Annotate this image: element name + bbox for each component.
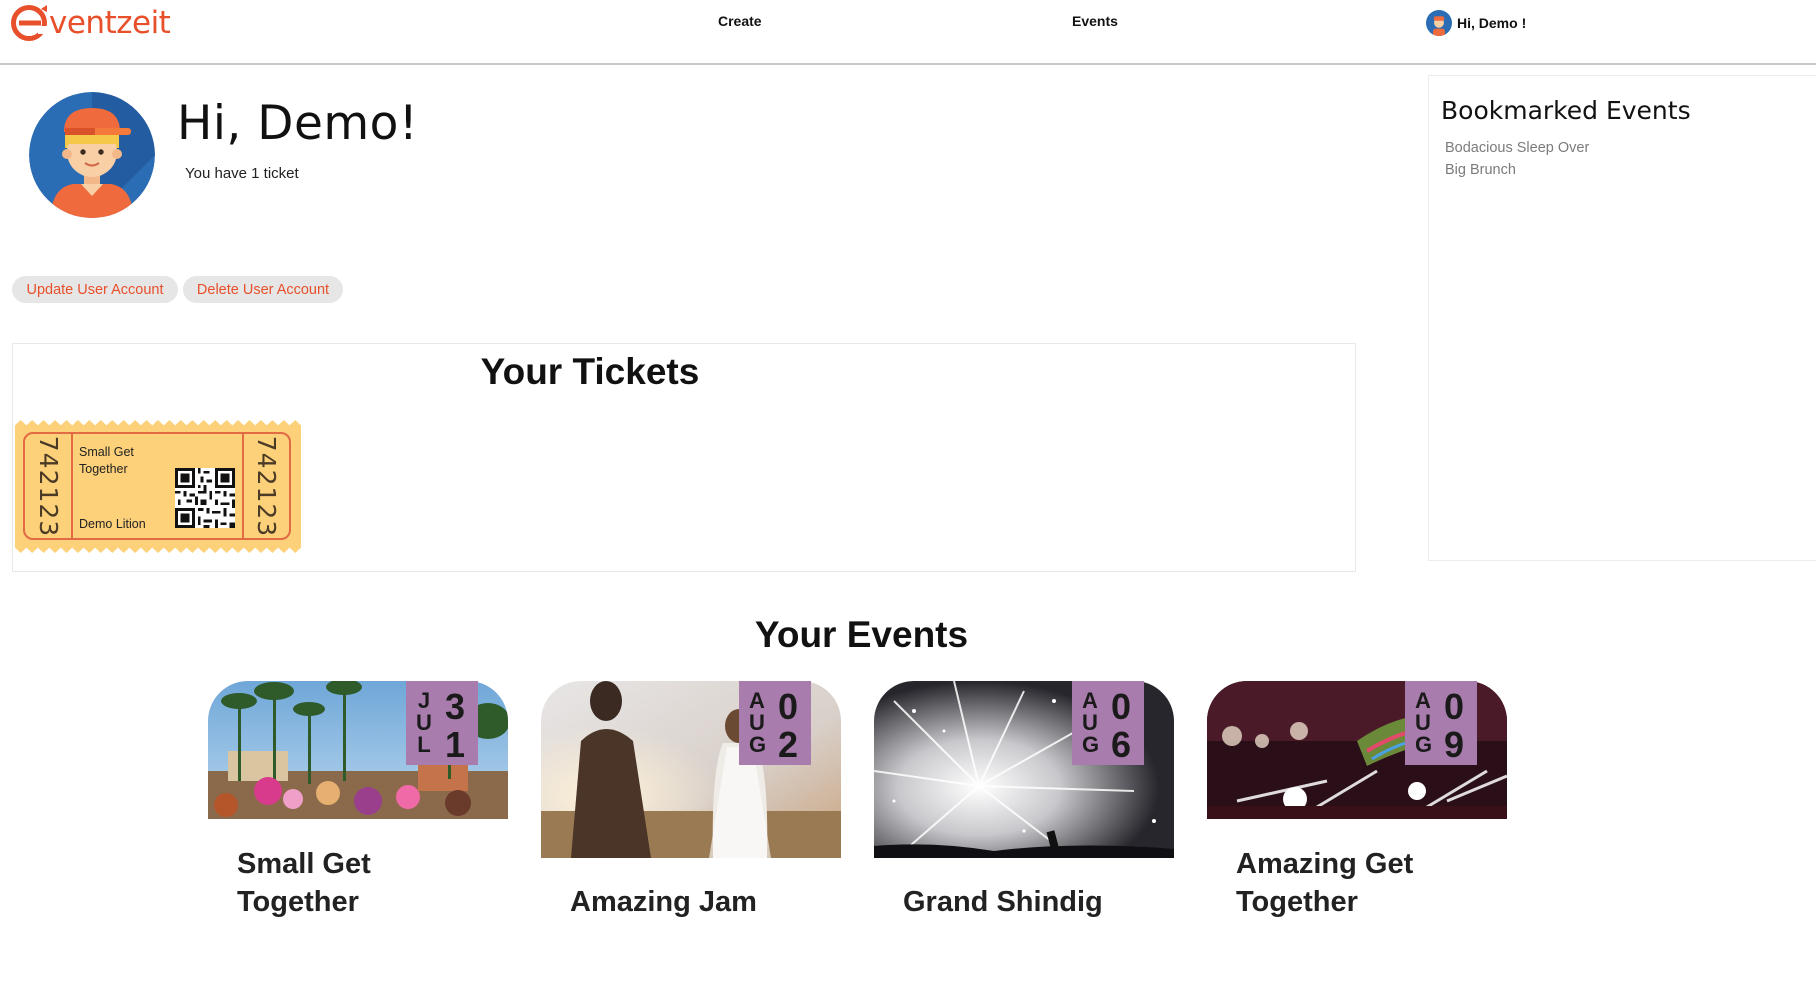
event-month: AUG <box>1082 688 1100 757</box>
ticket-count-text: You have 1 ticket <box>185 165 299 182</box>
nav-events-link[interactable]: Events <box>1072 13 1118 29</box>
event-day: 02 <box>777 686 799 765</box>
eventzeit-logo[interactable]: ventzeit <box>11 5 171 41</box>
event-title: Grand Shindig <box>903 886 1103 918</box>
bookmark-item[interactable]: Bodacious Sleep Over <box>1445 140 1589 156</box>
event-title: Small Get Together <box>237 848 371 918</box>
qr-code-icon <box>175 468 235 528</box>
event-day: 06 <box>1110 686 1132 765</box>
delete-account-button[interactable]: Delete User Account <box>183 276 343 303</box>
event-month: JUL <box>416 688 432 757</box>
page-title-greeting: Hi, Demo! <box>177 96 419 151</box>
event-title: Amazing Get Together <box>1236 848 1414 918</box>
update-account-button[interactable]: Update User Account <box>12 276 178 303</box>
bookmark-item[interactable]: Big Brunch <box>1445 162 1516 178</box>
event-card[interactable]: AUG 09 Amazing Get Together <box>1207 681 1507 981</box>
ticket-divider <box>71 432 73 540</box>
nav-avatar-icon <box>1426 10 1452 36</box>
nav-user-menu[interactable]: Hi, Demo ! <box>1426 10 1526 36</box>
nav-create-link[interactable]: Create <box>718 13 762 29</box>
ticket-number-left: 742123 <box>34 435 64 537</box>
event-month: AUG <box>1415 688 1433 757</box>
event-date-badge: AUG 09 <box>1405 681 1477 765</box>
ticket-number-right: 742123 <box>252 435 282 537</box>
nav-user-label: Hi, Demo ! <box>1457 15 1527 31</box>
event-date-badge: AUG 02 <box>739 681 811 765</box>
event-title: Amazing Jam <box>570 886 757 918</box>
event-month: AUG <box>749 688 767 757</box>
logo-e-icon <box>11 5 48 41</box>
ticket-divider <box>242 432 244 540</box>
logo-text: ventzeit <box>49 5 171 41</box>
events-title: Your Events <box>754 614 969 655</box>
event-date-badge: AUG 06 <box>1072 681 1144 765</box>
event-card[interactable]: AUG 02 Amazing Jam <box>541 681 841 981</box>
ticket-card[interactable]: 742123 742123 Small Get Together Demo Li… <box>15 420 301 553</box>
user-avatar <box>29 92 155 218</box>
event-day: 09 <box>1443 686 1465 765</box>
tickets-title: Your Tickets <box>480 351 700 392</box>
ticket-holder-name: Demo Lition <box>79 517 146 531</box>
event-date-badge: JUL 31 <box>406 681 478 765</box>
ticket-event-name: Small Get Together <box>79 445 134 476</box>
bookmarks-title: Bookmarked Events <box>1441 96 1691 125</box>
event-card[interactable]: JUL 31 Small Get Together <box>208 681 508 981</box>
bookmarked-events-panel: Bookmarked Events Bodacious Sleep Over B… <box>1428 75 1816 561</box>
event-day: 31 <box>444 686 466 765</box>
event-card[interactable]: AUG 06 Grand Shindig <box>874 681 1174 981</box>
top-navbar: ventzeit Create Events Hi, Demo ! <box>0 0 1816 65</box>
